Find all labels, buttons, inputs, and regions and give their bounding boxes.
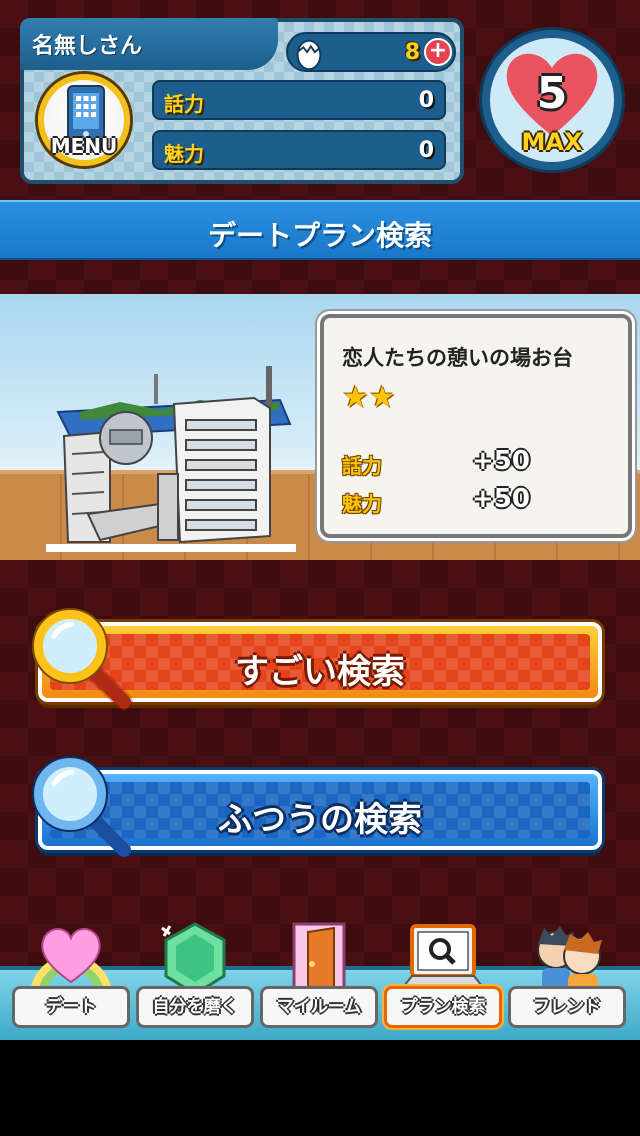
stat-label: 魅力 [164, 142, 204, 166]
menu-button[interactable]: MENU [38, 74, 130, 166]
star-icon: ★ [342, 380, 369, 415]
heart-count: 5 [536, 68, 568, 119]
building-illustration [46, 366, 296, 552]
nav-label: フレンド [508, 986, 626, 1028]
normal-search-button[interactable]: ふつうの検索 [32, 756, 602, 857]
location-display: 恋人たちの憩いの場お台 ★★ 話力 +50 魅力 +50 [0, 294, 640, 560]
egg-icon [296, 39, 322, 71]
friends-icon [537, 926, 602, 996]
bonus-value: +50 [472, 484, 530, 514]
magnifier-gold-icon [32, 608, 133, 711]
nav-label: プラン検索 [384, 986, 502, 1028]
nav-label: デート [12, 986, 130, 1028]
magnifier-blue-icon [32, 756, 131, 857]
nav-tab-my-room[interactable]: マイルーム [260, 920, 378, 1034]
bonus-label: 魅力 [342, 492, 382, 516]
stat-row-charm: 魅力 0 [152, 130, 446, 170]
nav-label: マイルーム [260, 986, 378, 1028]
stat-value: 0 [418, 88, 434, 113]
screen-bottom-area [0, 1040, 640, 1136]
bonus-value: +50 [472, 446, 530, 476]
stat-row-talk: 話力 0 [152, 80, 446, 120]
gem-icon [161, 922, 226, 996]
heart-rainbow-icon [30, 928, 112, 996]
location-name: 恋人たちの憩いの場お台 [342, 346, 573, 370]
laptop-search-icon [402, 924, 484, 987]
door-icon [292, 922, 346, 996]
nav-tab-plan-search[interactable]: プラン検索 [384, 920, 502, 1034]
star-icon: ★ [368, 380, 396, 415]
page-title: デートプラン検索 [207, 219, 432, 252]
game-screen: 名無しさん 8 + MENU 話力 0 魅力 0 5 MAX デートプラン検索 … [0, 0, 640, 1040]
player-name: 名無しさん [20, 18, 278, 70]
nav-tab-self-improve[interactable]: 自分を磨く [136, 920, 254, 1034]
heart-max-label: MAX [521, 128, 583, 156]
nav-tab-friends[interactable]: フレンド [508, 920, 626, 1034]
player-status-panel: 名無しさん 8 + MENU 話力 0 魅力 0 [20, 18, 464, 184]
title-bar: デートプラン検索 [0, 200, 640, 260]
location-info-card: 恋人たちの憩いの場お台 ★★ 話力 +50 魅力 +50 [320, 314, 632, 538]
nav-label: 自分を磨く [136, 986, 254, 1028]
super-search-button[interactable]: すごい検索 [32, 608, 602, 711]
egg-count: 8 [404, 40, 420, 65]
stat-label: 話力 [164, 92, 204, 116]
bonus-label: 話力 [342, 454, 382, 478]
star-rating: ★★ [342, 380, 396, 415]
nav-tab-date[interactable]: デート [12, 920, 130, 1034]
add-egg-button[interactable]: + [424, 38, 452, 66]
stat-value: 0 [418, 138, 434, 163]
egg-counter: 8 + [286, 32, 456, 72]
heart-stamina-badge[interactable]: 5 MAX [482, 30, 622, 170]
menu-label: MENU [50, 134, 118, 158]
